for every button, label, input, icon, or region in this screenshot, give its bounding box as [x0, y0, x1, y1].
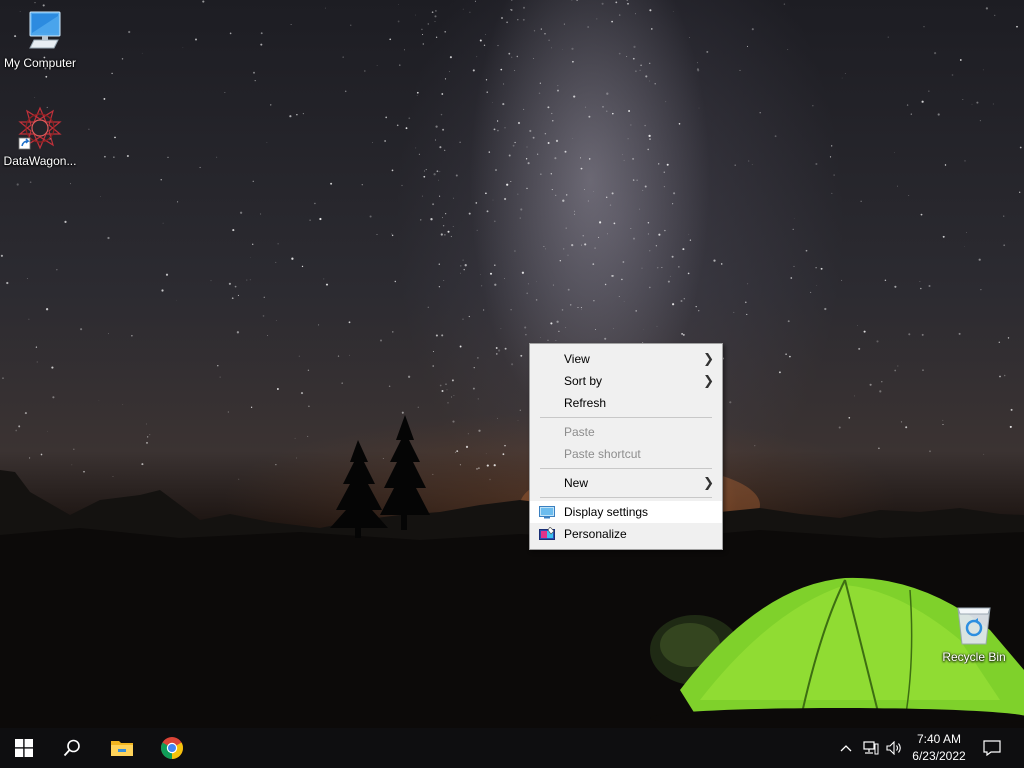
personalize-icon	[539, 527, 555, 540]
file-explorer-icon	[111, 741, 133, 756]
chevron-right-icon: ❯	[703, 475, 714, 490]
menu-item-view[interactable]: View ❯	[530, 348, 722, 370]
datawagon-shortcut[interactable]: DataWagon...	[0, 106, 80, 168]
display-icon	[539, 506, 555, 519]
volume-tray-button[interactable]	[884, 728, 906, 768]
notification-icon	[983, 740, 1001, 756]
chevron-up-icon	[840, 745, 852, 752]
show-hidden-icons-button[interactable]	[836, 728, 856, 768]
chevron-right-icon: ❯	[703, 351, 714, 366]
datawagon-label: DataWagon...	[3, 154, 77, 168]
volume-icon	[886, 741, 901, 755]
wallpaper-scenery	[0, 0, 1024, 728]
recycle-bin-label: Recycle Bin	[942, 650, 1006, 664]
datawagon-shortcut-icon	[18, 106, 62, 150]
my-computer-label: My Computer	[3, 56, 77, 70]
recycle-bin-icon	[957, 607, 991, 645]
action-center-button[interactable]	[978, 728, 1006, 768]
menu-item-new[interactable]: New ❯	[530, 472, 722, 494]
recycle-bin-shortcut[interactable]: Recycle Bin	[934, 602, 1014, 664]
menu-separator	[540, 417, 712, 418]
menu-item-refresh[interactable]: Refresh	[530, 392, 722, 414]
search-button[interactable]	[48, 728, 96, 768]
network-icon	[863, 741, 879, 755]
clock-time: 7:40 AM	[916, 732, 962, 746]
windows-start-icon	[15, 739, 33, 757]
menu-item-personalize[interactable]: Personalize	[530, 523, 722, 545]
menu-item-paste-shortcut: Paste shortcut	[530, 443, 722, 465]
clock-date: 6/23/2022	[912, 749, 966, 763]
menu-item-label: New	[564, 476, 589, 490]
menu-item-sort-by[interactable]: Sort by ❯	[530, 370, 722, 392]
menu-item-label: Display settings	[564, 505, 649, 519]
wallpaper-stars	[0, 0, 1022, 481]
menu-item-label: Sort by	[564, 374, 603, 388]
chevron-right-icon: ❯	[703, 373, 714, 388]
menu-item-paste: Paste	[530, 421, 722, 443]
menu-item-label: Paste	[564, 425, 595, 439]
menu-item-label: Paste shortcut	[564, 447, 641, 461]
menu-item-display-settings[interactable]: Display settings	[530, 501, 722, 523]
search-icon	[63, 739, 80, 757]
computer-icon	[29, 11, 61, 49]
file-explorer-button[interactable]	[98, 728, 146, 768]
menu-separator	[540, 468, 712, 469]
network-tray-button[interactable]	[860, 728, 882, 768]
chrome-button[interactable]	[148, 728, 196, 768]
menu-item-label: View	[564, 352, 590, 366]
menu-item-label: Refresh	[564, 396, 607, 410]
menu-item-label: Personalize	[564, 527, 627, 541]
menu-separator	[540, 497, 712, 498]
taskbar-clock[interactable]: 7:40 AM 6/23/2022	[904, 731, 974, 765]
desktop-context-menu: View ❯ Sort by ❯ Refresh Paste Paste sho…	[529, 343, 723, 550]
desktop[interactable]: My Computer DataWagon... Recycle Bin Vie…	[0, 0, 1024, 728]
taskbar: 7:40 AM 6/23/2022	[0, 728, 1024, 768]
chrome-icon	[161, 737, 183, 759]
start-button[interactable]	[0, 728, 48, 768]
my-computer-shortcut[interactable]: My Computer	[0, 8, 80, 70]
